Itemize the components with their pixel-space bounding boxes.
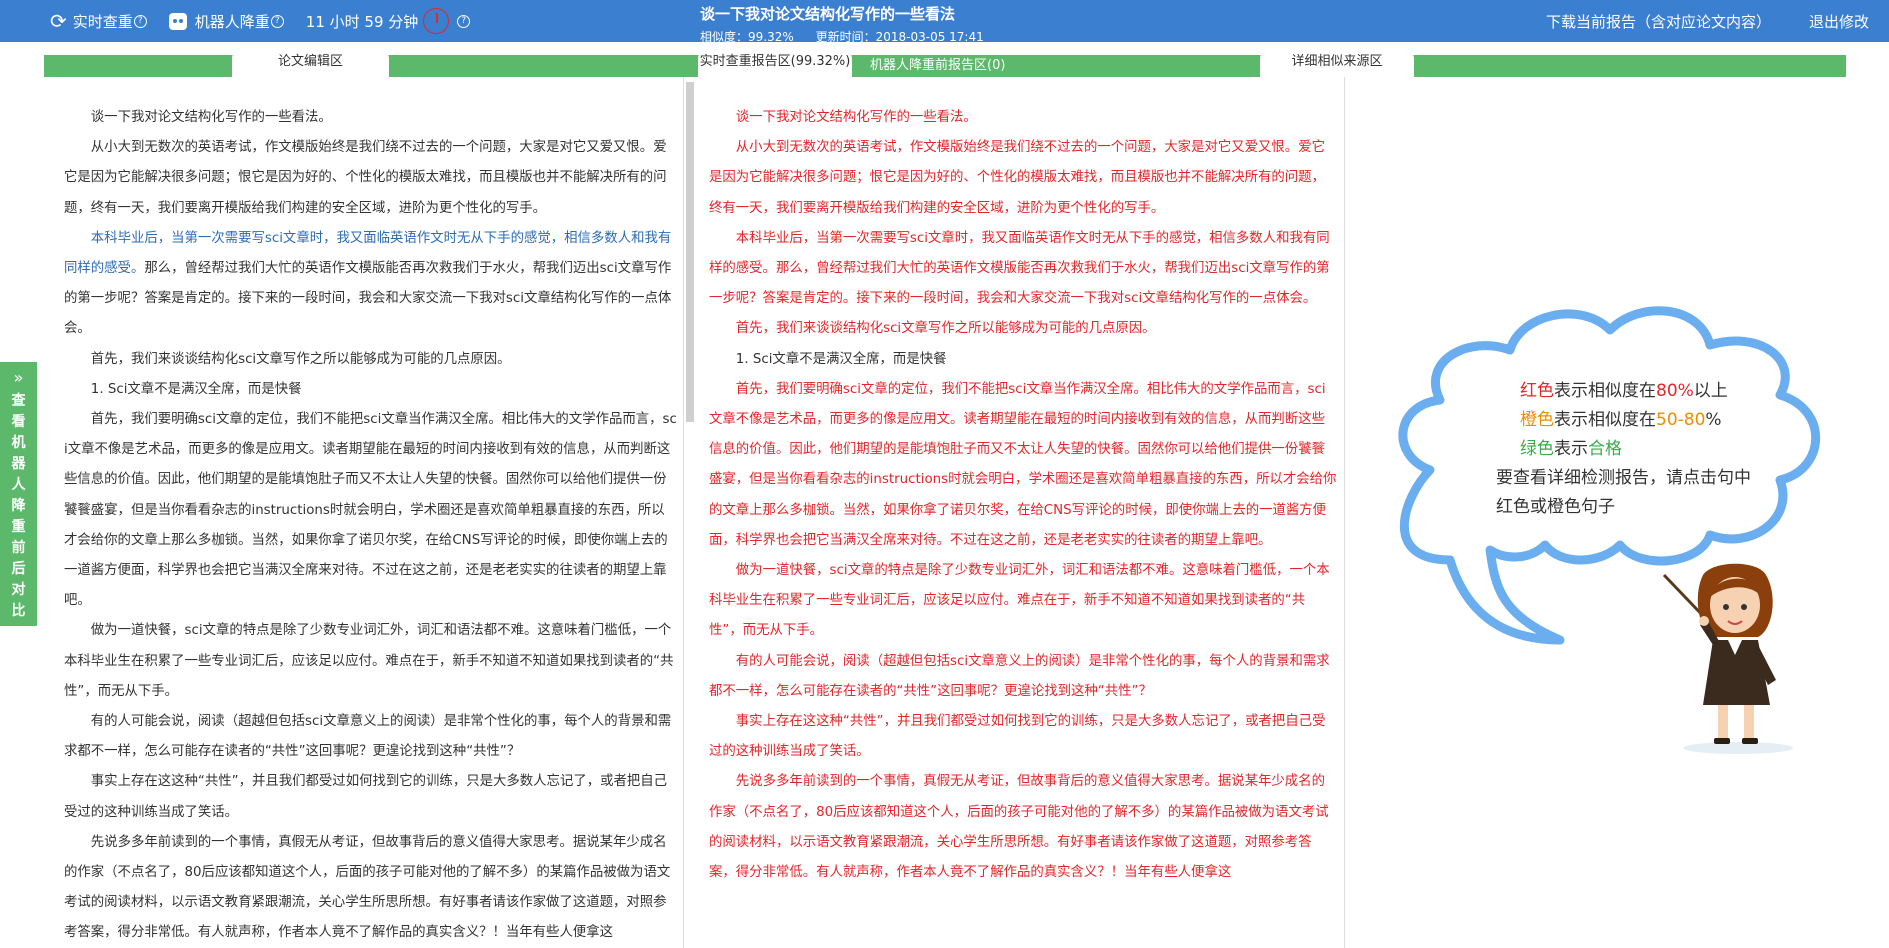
tab-robot-report[interactable]: 机器人降重前报告区(0) bbox=[870, 55, 1005, 77]
report-sentence[interactable]: 首先，我们要明确sci文章的定位，我们不能把sci文章当作满汉全席。相比伟大的文… bbox=[709, 375, 1337, 556]
editor-panel[interactable]: 谈一下我对论文结构化写作的一些看法。 从小大到无数次的英语考试，作文模版始终是我… bbox=[44, 77, 684, 948]
robot-reduce-button[interactable]: 机器人降重 ? bbox=[168, 11, 284, 32]
document-info: 谈一下我对论文结构化写作的一些看法 相似度：99.32% 更新时间：2018-0… bbox=[700, 3, 1180, 45]
legend-red: 红色表示相似度在80%以上 bbox=[1520, 381, 1728, 401]
report-sentence[interactable]: 谈一下我对论文结构化写作的一些看法。 bbox=[709, 103, 1337, 133]
teacher-illustration bbox=[1662, 563, 1793, 754]
report-sentence-normal: 1. Sci文章不是满汉全席，而是快餐 bbox=[735, 351, 947, 367]
sentence: 那么，曾经帮过我们大忙的英语作文模版能否再次救我们于水火，帮我们迈出sci文章写… bbox=[64, 261, 672, 337]
compare-before-after-tab[interactable]: » 查看机器人降重前后对比 bbox=[0, 362, 37, 626]
help-icon[interactable]: ? bbox=[270, 14, 284, 28]
help-icon[interactable]: ? bbox=[457, 14, 471, 28]
paragraph: 首先，我们要明确sci文章的定位，我们不能把sci文章当作满汉全席。相比伟大的文… bbox=[64, 412, 677, 609]
editor-text[interactable]: 谈一下我对论文结构化写作的一些看法。 从小大到无数次的英语考试，作文模版始终是我… bbox=[64, 103, 678, 948]
editor-scrollbar[interactable] bbox=[686, 82, 694, 422]
exit-edit-button[interactable]: 退出修改 bbox=[1809, 11, 1869, 32]
report-sentence[interactable]: 先说多多年前读到的一个事情，真假无从考证，但故事背后的意义值得大家思考。据说某年… bbox=[709, 767, 1337, 888]
report-sentence[interactable]: 那么，曾经帮过我们大忙的英语作文模版能否再次救我们于水火，帮我们迈出sci文章写… bbox=[709, 261, 1330, 306]
report-sentence[interactable]: 本科毕业后，当第一次需要写sci文章时，我又面临英语作文时无从下手的感觉，相信多… bbox=[709, 224, 1337, 315]
similarity-legend: 红色表示相似度在80%以上 橙色表示相似度在50-80% 绿色表示合格 要查看详… bbox=[1486, 377, 1766, 522]
paragraph: 首先，我们来谈谈结构化sci文章写作之所以能够成为可能的几点原因。 bbox=[90, 351, 511, 367]
top-bar-left: ⟳ 实时查重 ? 机器人降重 ? 11 小时 59 分钟 ? bbox=[50, 0, 492, 42]
legend-orange: 橙色表示相似度在50-80% bbox=[1520, 410, 1722, 430]
document-title: 谈一下我对论文结构化写作的一些看法 bbox=[700, 5, 956, 23]
report-sentence[interactable]: 做为一道快餐，sci文章的特点是除了少数专业词汇外，词汇和语法都不难。这意味着门… bbox=[709, 556, 1337, 647]
tab-similar-sources[interactable]: 详细相似来源区 bbox=[1260, 47, 1414, 77]
paragraph: 1. Sci文章不是满汉全席，而是快餐 bbox=[90, 381, 302, 397]
report-panel: 谈一下我对论文结构化写作的一些看法。 从小大到无数次的英语考试，作文模版始终是我… bbox=[695, 77, 1345, 948]
paragraph: 做为一道快餐，sci文章的特点是除了少数专业词汇外，词汇和语法都不难。这意味着门… bbox=[64, 623, 674, 699]
refresh-icon: ⟳ bbox=[50, 9, 67, 33]
paragraph: 有的人可能会说，阅读（超越但包括sci文章意义上的阅读）是非常个性化的事，每个人… bbox=[64, 714, 672, 760]
legend-green: 绿色表示合格 bbox=[1520, 439, 1622, 459]
double-chevron-icon: » bbox=[13, 368, 24, 387]
similarity-value: 相似度：99.32% bbox=[700, 30, 794, 44]
robot-icon bbox=[168, 12, 187, 30]
tab-editor[interactable]: 论文编辑区 bbox=[232, 47, 389, 77]
report-sentence[interactable]: 首先，我们来谈谈结构化sci文章写作之所以能够成为可能的几点原因。 bbox=[709, 314, 1337, 344]
time-remaining: 11 小时 59 分钟 ? bbox=[305, 8, 471, 34]
paragraph: 本科毕业后，当第一次需要写sci文章时，我又面临英语作文时无从下手的感觉，相信多… bbox=[64, 224, 678, 345]
report-sentence[interactable]: 事实上存在这这种“共性”，并且我们都受过如何找到它的训练，只是大多数人忘记了，或… bbox=[709, 707, 1337, 767]
help-icon[interactable]: ? bbox=[133, 14, 147, 28]
clock-icon bbox=[423, 8, 450, 34]
top-bar: ⟳ 实时查重 ? 机器人降重 ? 11 小时 59 分钟 ? 谈一下我对论文结构… bbox=[0, 0, 1889, 45]
report-sentence[interactable]: 有的人可能会说，阅读（超越但包括sci文章意义上的阅读）是非常个性化的事，每个人… bbox=[709, 647, 1337, 707]
time-remaining-label: 11 小时 59 分钟 bbox=[305, 12, 419, 31]
compare-label: 查看机器人降重前后对比 bbox=[11, 393, 26, 619]
realtime-check-button[interactable]: ⟳ 实时查重 ? bbox=[50, 9, 147, 33]
tab-bar: 论文编辑区 实时查重报告区(99.32%) 机器人降重前报告区(0) 详细相似来… bbox=[44, 47, 1846, 77]
paragraph: 谈一下我对论文结构化写作的一些看法。 bbox=[90, 110, 332, 125]
paragraph: 事实上存在这这种“共性”，并且我们都受过如何找到它的训练，只是大多数人忘记了，或… bbox=[64, 774, 668, 820]
update-time: 更新时间：2018-03-05 17:41 bbox=[815, 30, 984, 44]
report-sentence[interactable]: 从小大到无数次的英语考试，作文模版始终是我们绕不过去的一个问题，大家是对它又爱又… bbox=[709, 133, 1337, 224]
top-bar-right: 下载当前报告（含对应论文内容） 退出修改 bbox=[1508, 0, 1869, 42]
tab-realtime-report[interactable]: 实时查重报告区(99.32%) bbox=[698, 47, 852, 77]
paragraph: 从小大到无数次的英语考试，作文模版始终是我们绕不过去的一个问题，大家是对它又爱又… bbox=[64, 140, 667, 216]
legend-hint: 红色或橙色句子 bbox=[1496, 497, 1615, 517]
realtime-check-label: 实时查重 bbox=[72, 12, 133, 31]
download-report-button[interactable]: 下载当前报告（含对应论文内容） bbox=[1546, 11, 1771, 32]
robot-reduce-label: 机器人降重 bbox=[194, 12, 270, 31]
document-meta: 相似度：99.32% 更新时间：2018-03-05 17:41 bbox=[580, 28, 1180, 45]
report-text: 谈一下我对论文结构化写作的一些看法。 从小大到无数次的英语考试，作文模版始终是我… bbox=[709, 103, 1337, 888]
paragraph: 先说多多年前读到的一个事情，真假无从考证，但故事背后的意义值得大家思考。据说某年… bbox=[64, 834, 671, 941]
legend-hint: 要查看详细检测报告，请点击句中 bbox=[1496, 468, 1751, 488]
